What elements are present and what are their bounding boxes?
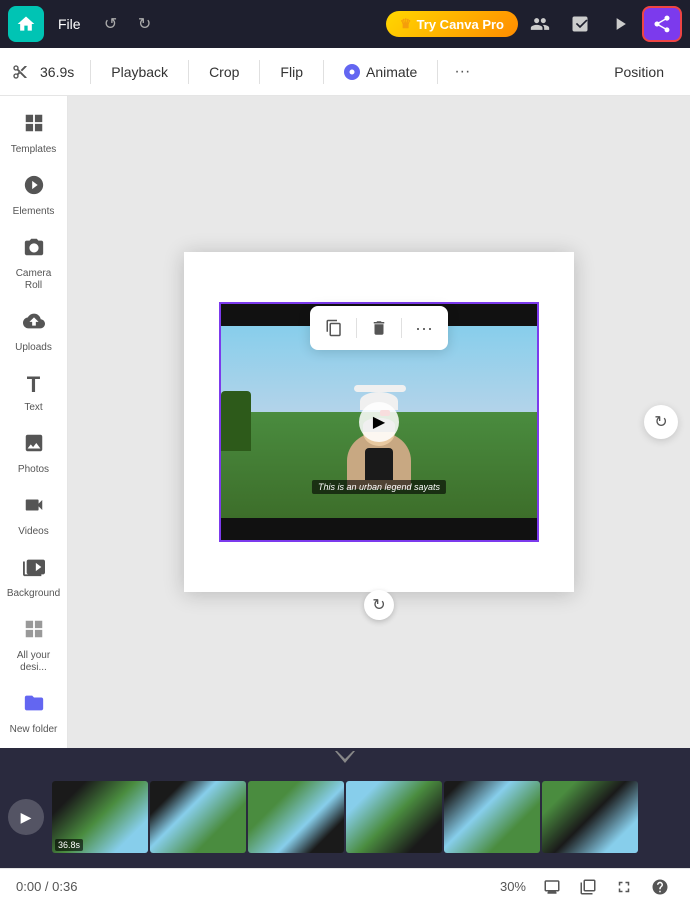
timeline-play-button[interactable]: ▶ — [8, 799, 44, 835]
ft-divider-2 — [401, 318, 402, 338]
playback-time-display: 0:00 / 0:36 — [16, 879, 77, 894]
crown-icon: ♛ — [400, 16, 412, 32]
sidebar-item-videos[interactable]: Videos — [4, 486, 64, 546]
sidebar-label-text: Text — [24, 402, 42, 414]
thumb-bg-1: 36.8s — [52, 781, 148, 853]
black-bar-bottom — [221, 518, 537, 540]
elements-icon — [23, 174, 45, 202]
sidebar-item-uploads[interactable]: Uploads — [4, 302, 64, 362]
redo-button[interactable]: ↻ — [129, 8, 161, 40]
sidebar-label-elements: Elements — [13, 206, 55, 218]
sidebar-item-text[interactable]: T Text — [4, 364, 64, 422]
home-button[interactable] — [8, 6, 44, 42]
thumb-bg-5 — [444, 781, 540, 853]
thumbnail-4[interactable] — [346, 781, 442, 853]
toolbar-divider-2 — [188, 60, 189, 84]
toolbar-divider-1 — [90, 60, 91, 84]
flip-button[interactable]: Flip — [268, 58, 315, 86]
sidebar: Templates Elements Camera Roll Uploads T… — [0, 96, 68, 748]
background-icon — [23, 556, 45, 584]
thumbnail-1[interactable]: 36.8s — [52, 781, 148, 853]
sidebar-item-new-folder[interactable]: New folder — [4, 684, 64, 744]
position-button[interactable]: Position — [600, 58, 678, 86]
thumbnails-strip: 36.8s — [52, 781, 638, 853]
scissors-icon — [12, 64, 28, 80]
canvas-area: ··· — [68, 96, 690, 748]
sidebar-item-all-designs[interactable]: All your desi... — [4, 610, 64, 682]
crop-button[interactable]: Crop — [197, 58, 251, 86]
thumb-timestamp: 36.8s — [55, 839, 83, 851]
thumb-bg-2 — [150, 781, 246, 853]
sidebar-label-photos: Photos — [18, 464, 49, 476]
new-folder-icon — [23, 692, 45, 720]
clip-duration: 36.9s — [32, 64, 82, 80]
char-body — [365, 448, 393, 480]
toolbar-divider-4 — [323, 60, 324, 84]
thumbnail-5[interactable] — [444, 781, 540, 853]
editing-toolbar: 36.9s Playback Crop Flip Animate ··· Pos… — [0, 48, 690, 96]
uploads-icon — [23, 310, 45, 338]
delete-button[interactable] — [363, 312, 395, 344]
floating-context-toolbar: ··· — [310, 306, 448, 350]
thumbnail-3[interactable] — [248, 781, 344, 853]
ft-divider-1 — [356, 318, 357, 338]
tree-left — [221, 391, 251, 451]
sidebar-item-templates[interactable]: Templates — [4, 104, 64, 164]
sidebar-label-camera-roll: Camera Roll — [8, 268, 60, 292]
more-options-button[interactable]: ··· — [446, 57, 478, 87]
video-play-overlay[interactable]: ▶ — [359, 402, 399, 442]
subtitle-text: This is an urban legend sayats — [312, 480, 446, 494]
all-designs-icon — [23, 618, 45, 646]
thumbnail-6[interactable] — [542, 781, 638, 853]
undo-button[interactable]: ↺ — [95, 8, 127, 40]
thumb-bg-6 — [542, 781, 638, 853]
animate-dot-icon — [344, 64, 360, 80]
side-refresh-button[interactable]: ↻ — [644, 405, 678, 439]
toolbar-divider-5 — [437, 60, 438, 84]
sidebar-label-new-folder: New folder — [10, 724, 58, 736]
toolbar-divider-3 — [259, 60, 260, 84]
sidebar-item-camera-roll[interactable]: Camera Roll — [4, 228, 64, 300]
sidebar-label-templates: Templates — [11, 144, 57, 156]
file-menu-button[interactable]: File — [48, 12, 91, 36]
timeline-collapse-area — [0, 748, 690, 766]
copy-to-all-button[interactable] — [318, 312, 350, 344]
videos-icon — [23, 494, 45, 522]
thumb-bg-4 — [346, 781, 442, 853]
main-layout: Templates Elements Camera Roll Uploads T… — [0, 96, 690, 748]
fullscreen-icon[interactable] — [610, 873, 638, 901]
text-icon: T — [27, 372, 40, 398]
try-canva-pro-button[interactable]: ♛ Try Canva Pro — [386, 11, 518, 37]
undo-redo-group: ↺ ↻ — [95, 8, 161, 40]
animate-button[interactable]: Animate — [332, 58, 429, 86]
sidebar-label-background: Background — [7, 588, 60, 600]
page-number-icon[interactable] — [574, 873, 602, 901]
timeline-panel: ▶ 36.8s — [0, 748, 690, 868]
video-content-area: ▶ This is an urban legend sayats — [221, 326, 537, 518]
playback-button[interactable]: Playback — [99, 58, 180, 86]
hat-brim — [354, 385, 406, 392]
timeline-body: ▶ 36.8s — [0, 766, 690, 868]
sidebar-item-background[interactable]: Background — [4, 548, 64, 608]
status-bar-icons — [538, 873, 674, 901]
sidebar-item-elements[interactable]: Elements — [4, 166, 64, 226]
sidebar-item-photos[interactable]: Photos — [4, 424, 64, 484]
sidebar-label-all-designs: All your desi... — [8, 650, 60, 674]
more-options-float-button[interactable]: ··· — [408, 312, 440, 344]
sidebar-label-uploads: Uploads — [15, 342, 52, 354]
status-bar: 0:00 / 0:36 30% — [0, 868, 690, 904]
canvas-container: ▶ This is an urban legend sayats — [184, 252, 574, 592]
zoom-level-display: 30% — [500, 879, 526, 894]
thumb-bg-3 — [248, 781, 344, 853]
rotate-handle[interactable]: ↻ — [364, 590, 394, 620]
timeline-expand-arrow[interactable] — [335, 751, 355, 763]
photos-icon — [23, 432, 45, 460]
camera-roll-icon — [23, 236, 45, 264]
help-icon[interactable] — [646, 873, 674, 901]
templates-icon — [23, 112, 45, 140]
desktop-view-icon[interactable] — [538, 873, 566, 901]
timeline-arrow-area[interactable] — [68, 0, 690, 12]
sidebar-label-videos: Videos — [18, 526, 48, 538]
thumbnail-2[interactable] — [150, 781, 246, 853]
